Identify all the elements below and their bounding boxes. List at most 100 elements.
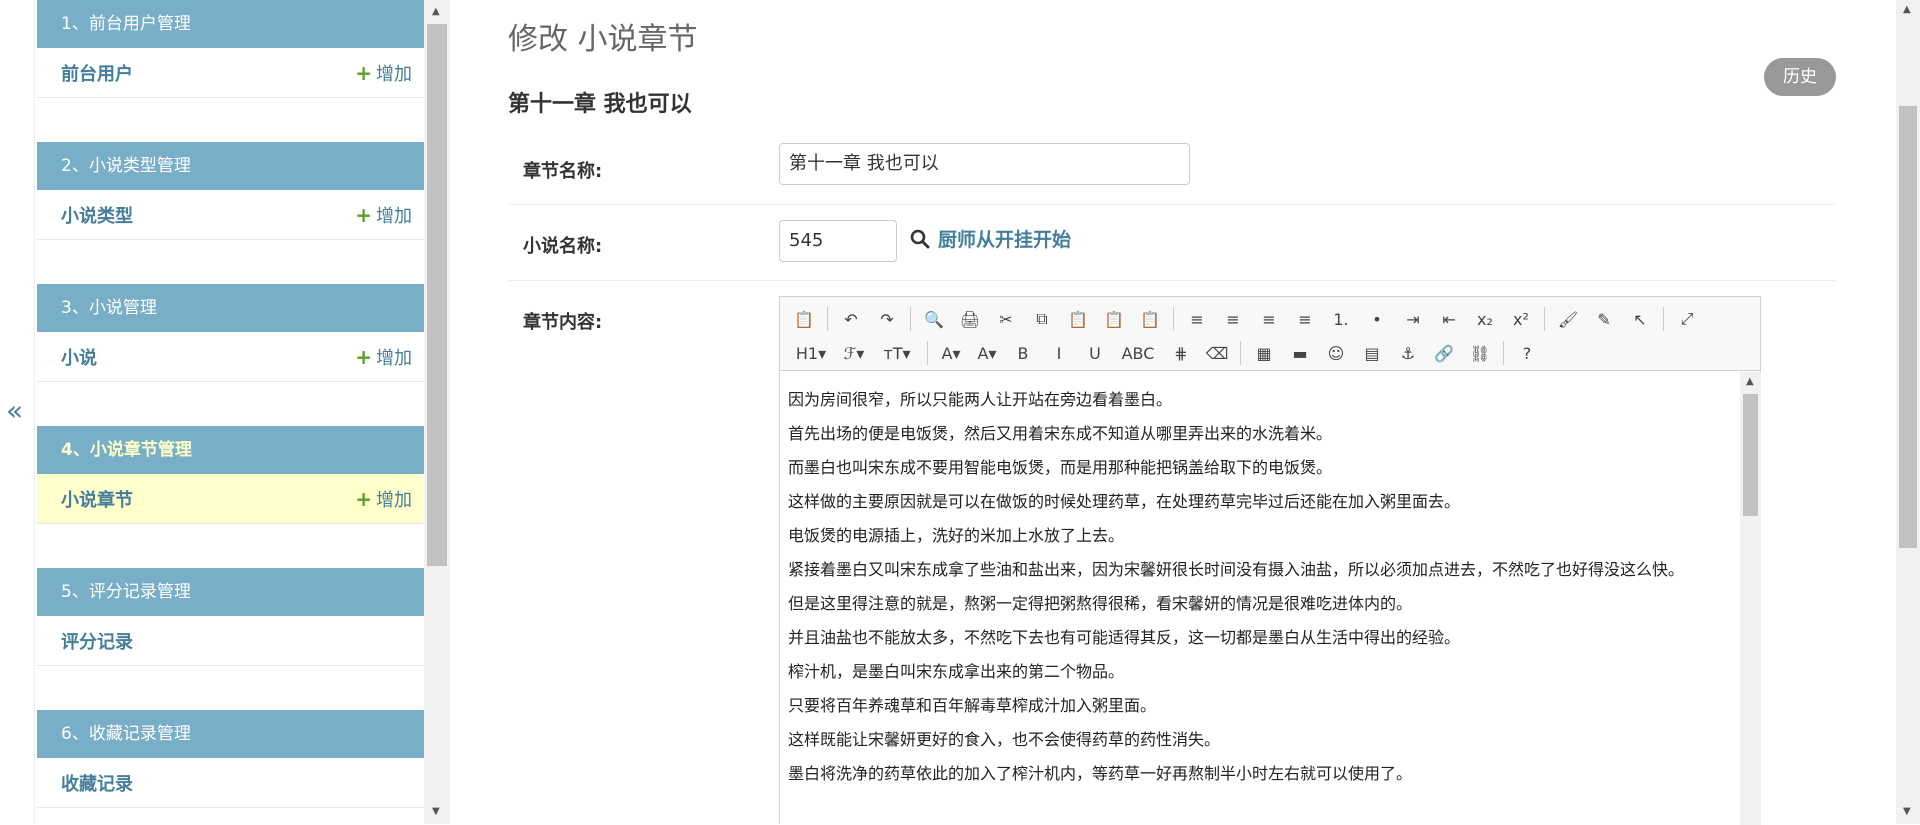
toolbar-button-icon[interactable]: A▾ <box>971 339 1003 367</box>
editor-scroll-thumb[interactable] <box>1743 394 1758 516</box>
toolbar-button-icon[interactable]: 📋 <box>1134 305 1166 333</box>
module-caption[interactable]: 3、小说管理 <box>37 284 424 332</box>
toolbar-button-icon[interactable]: ⧉ <box>1026 305 1058 333</box>
add-label: 增加 <box>376 347 412 369</box>
editor-scrollbar[interactable]: ▲ <box>1740 372 1761 825</box>
toolbar-separator <box>1544 307 1545 331</box>
toolbar-button-icon[interactable]: ☺ <box>1320 339 1352 367</box>
model-link[interactable]: 小说类型 <box>61 202 133 228</box>
toolbar-button-icon[interactable]: ≡ <box>1253 305 1285 333</box>
rich-text-editor: 📋 ↶ ↷ 🔍 🖨 ✂ ⧉ 📋 📋 📋 ≡ ≡ ≡ ≡ 1. • ⇥ ⇤ x₂ x² 🖌 ✎ ↖ ⤢ H1▾ ℱ▾ тT▾ A▾ A▾… <box>779 296 1761 825</box>
toolbar-button-icon[interactable]: ≡ <box>1217 305 1249 333</box>
main-content: 修改 小说章节 第十一章 我也可以 历史 章节名称: 第十一章 我也可以 小说名… <box>508 0 1836 825</box>
chapter-name-input[interactable]: 第十一章 我也可以 <box>779 143 1190 185</box>
toolbar-button-icon[interactable]: ⇥ <box>1397 305 1429 333</box>
toolbar-button-icon[interactable]: ↷ <box>871 305 903 333</box>
novel-name-label: 小说名称: <box>523 236 603 257</box>
module-caption[interactable]: 4、小说章节管理 <box>37 426 424 474</box>
add-link[interactable]: + 增加 <box>355 202 412 228</box>
toolbar-button-icon[interactable]: ⤢ <box>1671 305 1703 333</box>
add-link[interactable]: + 增加 <box>355 60 412 86</box>
sidebar-module-5: 5、评分记录管理评分记录 <box>37 568 424 710</box>
scroll-down-arrow-icon[interactable]: ▼ <box>432 806 440 817</box>
toolbar-button-icon[interactable]: ↖ <box>1624 305 1656 333</box>
page-title: 修改 小说章节 <box>508 22 698 57</box>
add-link[interactable]: + 增加 <box>355 486 412 512</box>
scroll-down-arrow-icon[interactable]: ▼ <box>1903 806 1911 817</box>
module-caption[interactable]: 1、前台用户管理 <box>37 0 424 48</box>
toolbar-button-icon[interactable]: ✎ <box>1588 305 1620 333</box>
toolbar-button-icon[interactable]: 🔗 <box>1428 339 1460 367</box>
toolbar-button-icon[interactable]: 📋 <box>1062 305 1094 333</box>
toolbar-button-icon[interactable]: 🔍 <box>918 305 950 333</box>
toolbar-button-icon[interactable]: x₂ <box>1469 305 1501 333</box>
sidebar-module-2: 2、小说类型管理小说类型 + 增加 <box>37 142 424 284</box>
history-button[interactable]: 历史 <box>1764 58 1836 96</box>
content-label: 章节内容: <box>523 312 603 333</box>
toolbar-button-icon[interactable]: A▾ <box>935 339 967 367</box>
novel-link[interactable]: 厨师从开挂开始 <box>938 225 1071 252</box>
toolbar-button-icon[interactable]: B <box>1007 339 1039 367</box>
toolbar-button-icon[interactable]: ABC <box>1115 339 1161 367</box>
content-paragraph: 因为房间很窄，所以只能两人让开站在旁边看着墨白。 <box>788 390 1173 409</box>
module-caption[interactable]: 5、评分记录管理 <box>37 568 424 616</box>
page-scroll-thumb[interactable] <box>1899 106 1917 548</box>
sidebar-model-row: 前台用户 + 增加 <box>37 48 424 98</box>
toolbar-separator <box>910 307 911 331</box>
model-link[interactable]: 评分记录 <box>61 628 133 654</box>
toolbar-button-icon[interactable]: тT▾ <box>874 339 920 367</box>
toolbar-button-icon[interactable]: ⌫ <box>1201 339 1233 367</box>
module-caption[interactable]: 6、收藏记录管理 <box>37 710 424 758</box>
content-paragraph: 电饭煲的电源插上，洗好的米加上水放了上去。 <box>788 526 1125 545</box>
toolbar-button-icon[interactable]: ℱ▾ <box>838 339 870 367</box>
toolbar-button-icon[interactable]: 🖨 <box>954 305 986 333</box>
collapse-sidebar-button[interactable]: « <box>6 396 23 426</box>
module-spacer <box>37 240 424 284</box>
content-paragraph: 首先出场的便是电饭煲，然后又用着宋东成不知道从哪里弄出来的水洗着米。 <box>788 424 1333 443</box>
sidebar: 1、前台用户管理前台用户 + 增加 2、小说类型管理小说类型 + 增加 3、小说管理小说 + 增… <box>37 0 424 824</box>
sidebar-scroll-thumb[interactable] <box>427 24 447 566</box>
editor-content-area[interactable]: 因为房间很窄，所以只能两人让开站在旁边看着墨白。首先出场的便是电饭煲，然后又用着… <box>780 372 1738 825</box>
module-caption[interactable]: 2、小说类型管理 <box>37 142 424 190</box>
scroll-up-arrow-icon[interactable]: ▲ <box>1746 376 1754 387</box>
sidebar-scrollbar[interactable]: ▲ ▼ <box>424 0 450 824</box>
model-link[interactable]: 小说 <box>61 344 97 370</box>
toolbar-button-icon[interactable]: ↶ <box>835 305 867 333</box>
module-spacer <box>37 808 424 824</box>
module-spacer <box>37 382 424 426</box>
sidebar-model-row: 收藏记录 <box>37 758 424 808</box>
toolbar-button-icon[interactable]: 📋 <box>1098 305 1130 333</box>
toolbar-button-icon[interactable]: ⋕ <box>1165 339 1197 367</box>
page-scrollbar[interactable]: ▲ ▼ <box>1896 0 1920 824</box>
model-link[interactable]: 收藏记录 <box>61 770 133 796</box>
toolbar-button-icon[interactable]: ✂ <box>990 305 1022 333</box>
toolbar-button-icon[interactable]: ▦ <box>1248 339 1280 367</box>
toolbar-button-icon[interactable]: ≡ <box>1289 305 1321 333</box>
toolbar-button-icon[interactable]: 1. <box>1325 305 1357 333</box>
object-title: 第十一章 我也可以 <box>508 92 692 117</box>
novel-id-input[interactable]: 545 <box>779 220 897 262</box>
toolbar-button-icon[interactable]: ▬ <box>1284 339 1316 367</box>
toolbar-button-icon[interactable]: ⇤ <box>1433 305 1465 333</box>
toolbar-button-icon[interactable]: 🖌 <box>1552 305 1584 333</box>
scroll-up-arrow-icon[interactable]: ▲ <box>432 6 440 17</box>
toolbar-button-icon[interactable]: I <box>1043 339 1075 367</box>
toolbar-button-icon[interactable]: ⛓ <box>1464 339 1496 367</box>
toolbar-button-icon[interactable]: ⚓ <box>1392 339 1424 367</box>
toolbar-button-icon[interactable]: H1▾ <box>788 339 834 367</box>
toolbar-button-icon[interactable]: ≡ <box>1181 305 1213 333</box>
toolbar-button-icon[interactable]: ? <box>1511 339 1543 367</box>
model-link[interactable]: 小说章节 <box>61 486 133 512</box>
toolbar-button-icon[interactable]: U <box>1079 339 1111 367</box>
toolbar-button-icon[interactable]: x² <box>1505 305 1537 333</box>
scroll-up-arrow-icon[interactable]: ▲ <box>1903 4 1911 15</box>
search-icon[interactable] <box>910 229 930 249</box>
model-link[interactable]: 前台用户 <box>61 60 133 86</box>
toolbar-button-icon[interactable]: • <box>1361 305 1393 333</box>
add-link[interactable]: + 增加 <box>355 344 412 370</box>
module-spacer <box>37 98 424 142</box>
content-paragraph: 紧接着墨白又叫宋东成拿了些油和盐出来，因为宋馨妍很长时间没有摄入油盐，所以必须加… <box>788 560 1685 579</box>
toolbar-separator <box>827 307 828 331</box>
toolbar-button-icon[interactable]: ▤ <box>1356 339 1388 367</box>
toolbar-button-icon[interactable]: 📋 <box>788 305 820 333</box>
